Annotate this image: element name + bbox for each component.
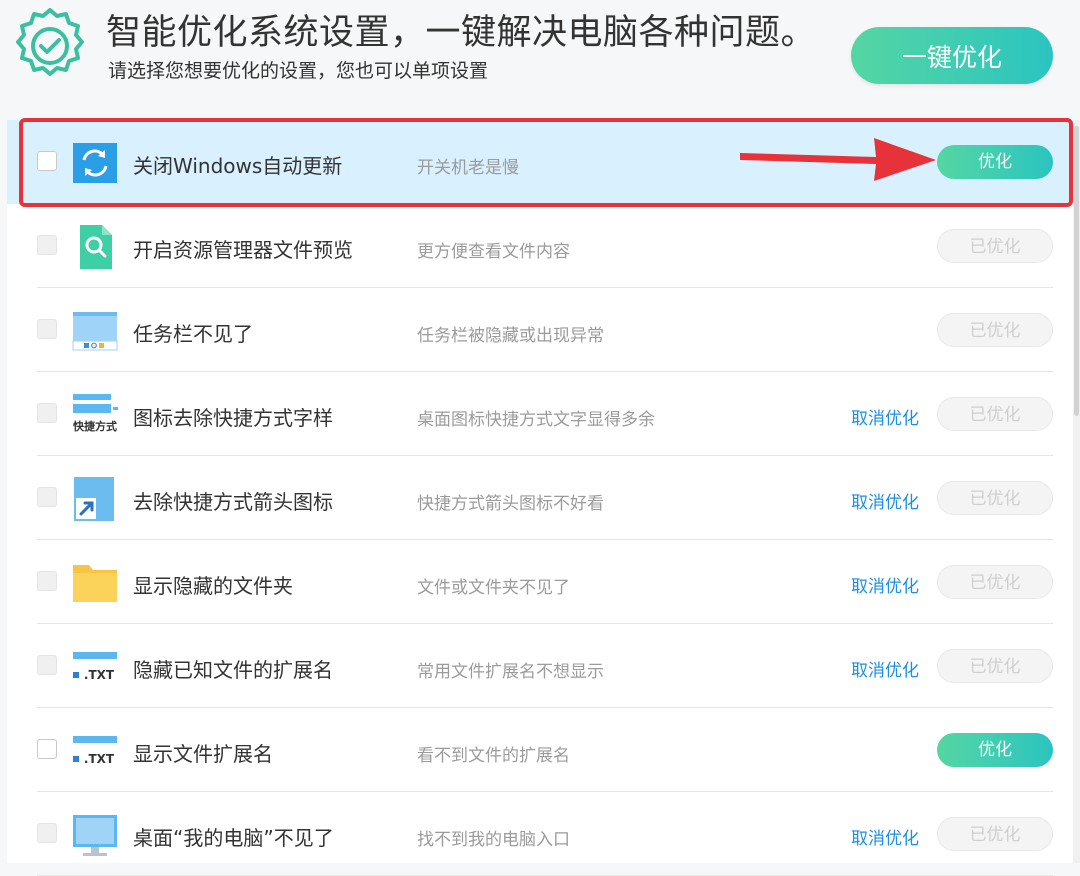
item-label: 开启资源管理器文件预览: [133, 238, 353, 262]
page-subtitle: 请选择您想要优化的设置，您也可以单项设置: [108, 60, 489, 82]
item-label: 隐藏已知文件的扩展名: [133, 658, 333, 682]
optimized-button[interactable]: 已优化: [937, 565, 1053, 599]
item-checkbox[interactable]: [37, 319, 57, 339]
list-item-hide-extensions: .TXT 隐藏已知文件的扩展名 常用文件扩展名不想显示 取消优化 已优化: [37, 624, 1053, 708]
list-item-shortcut-arrow: 去除快捷方式箭头图标 快捷方式箭头图标不好看 取消优化 已优化: [37, 456, 1053, 540]
page-title: 智能优化系统设置，一键解决电脑各种问题。: [106, 13, 817, 53]
optimized-button[interactable]: 已优化: [937, 817, 1053, 851]
taskbar-icon: [72, 312, 118, 351]
folder-icon: [73, 565, 117, 602]
item-label: 桌面“我的电脑”不见了: [133, 826, 334, 850]
txt-extension-icon: .TXT: [73, 736, 117, 766]
item-checkbox[interactable]: [37, 739, 57, 759]
list-item-taskbar: 任务栏不见了 任务栏被隐藏或出现异常 已优化: [37, 288, 1053, 372]
cancel-optimize-link[interactable]: 取消优化: [851, 656, 919, 681]
list-item-file-preview: 开启资源管理器文件预览 更方便查看文件内容 已优化: [37, 204, 1053, 288]
optimized-button[interactable]: 已优化: [937, 397, 1053, 431]
item-label: 显示文件扩展名: [133, 742, 273, 766]
optimize-button[interactable]: 优化: [937, 733, 1053, 767]
item-description: 找不到我的电脑入口: [417, 830, 570, 850]
settings-check-icon: [16, 8, 84, 76]
item-checkbox[interactable]: [37, 571, 57, 591]
optimized-button[interactable]: 已优化: [937, 313, 1053, 347]
item-checkbox[interactable]: [37, 235, 57, 255]
header: 智能优化系统设置，一键解决电脑各种问题。 请选择您想要优化的设置，您也可以单项设…: [0, 0, 1080, 110]
optimized-button[interactable]: 已优化: [937, 229, 1053, 263]
item-description: 常用文件扩展名不想显示: [417, 662, 604, 682]
scrollbar-thumb[interactable]: [1074, 126, 1079, 416]
list-item-shortcut-text: 快捷方式 图标去除快捷方式字样 桌面图标快捷方式文字显得多余 取消优化 已优化: [37, 372, 1053, 456]
item-label: 任务栏不见了: [133, 322, 253, 346]
item-checkbox[interactable]: [37, 403, 57, 423]
optimized-button[interactable]: 已优化: [937, 481, 1053, 515]
item-description: 快捷方式箭头图标不好看: [417, 494, 604, 514]
txt-extension-icon: .TXT: [73, 652, 117, 682]
extension-icon-text: .TXT: [84, 668, 115, 682]
item-label: 图标去除快捷方式字样: [133, 406, 333, 430]
optimized-button[interactable]: 已优化: [937, 649, 1053, 683]
shortcut-arrow-icon: [74, 477, 114, 521]
shortcut-icon-text: 快捷方式: [72, 419, 117, 433]
list-item-hidden-folders: 显示隐藏的文件夹 文件或文件夹不见了 取消优化 已优化: [37, 540, 1053, 624]
item-description: 桌面图标快捷方式文字显得多余: [417, 410, 655, 430]
item-description: 更方便查看文件内容: [417, 242, 570, 262]
optimization-list: 关闭Windows自动更新 开关机老是慢 优化 开启资源管理器文件预览 更方便查…: [7, 120, 1075, 876]
cancel-optimize-link[interactable]: 取消优化: [851, 404, 919, 429]
one-click-optimize-button[interactable]: 一键优化: [851, 27, 1053, 84]
item-description: 看不到文件的扩展名: [417, 746, 570, 766]
computer-icon: [73, 815, 117, 856]
item-description: 文件或文件夹不见了: [417, 578, 570, 598]
cancel-optimize-link[interactable]: 取消优化: [851, 488, 919, 513]
cancel-optimize-link[interactable]: 取消优化: [851, 572, 919, 597]
list-item-my-computer: 桌面“我的电脑”不见了 找不到我的电脑入口 取消优化 已优化: [37, 792, 1053, 876]
list-item-show-extensions: .TXT 显示文件扩展名 看不到文件的扩展名 优化: [37, 708, 1053, 792]
extension-icon-text: .TXT: [84, 752, 115, 766]
item-description: 任务栏被隐藏或出现异常: [417, 326, 604, 346]
file-preview-icon: [80, 225, 112, 269]
red-arrow-icon: [740, 138, 936, 181]
item-checkbox[interactable]: [37, 655, 57, 675]
list-scrollbar[interactable]: [1073, 120, 1080, 863]
shortcut-text-icon: 快捷方式: [72, 394, 118, 433]
item-label: 显示隐藏的文件夹: [133, 574, 293, 598]
cancel-optimize-link[interactable]: 取消优化: [851, 824, 919, 849]
item-label: 去除快捷方式箭头图标: [133, 490, 333, 514]
item-checkbox[interactable]: [37, 487, 57, 507]
item-checkbox[interactable]: [37, 823, 57, 843]
